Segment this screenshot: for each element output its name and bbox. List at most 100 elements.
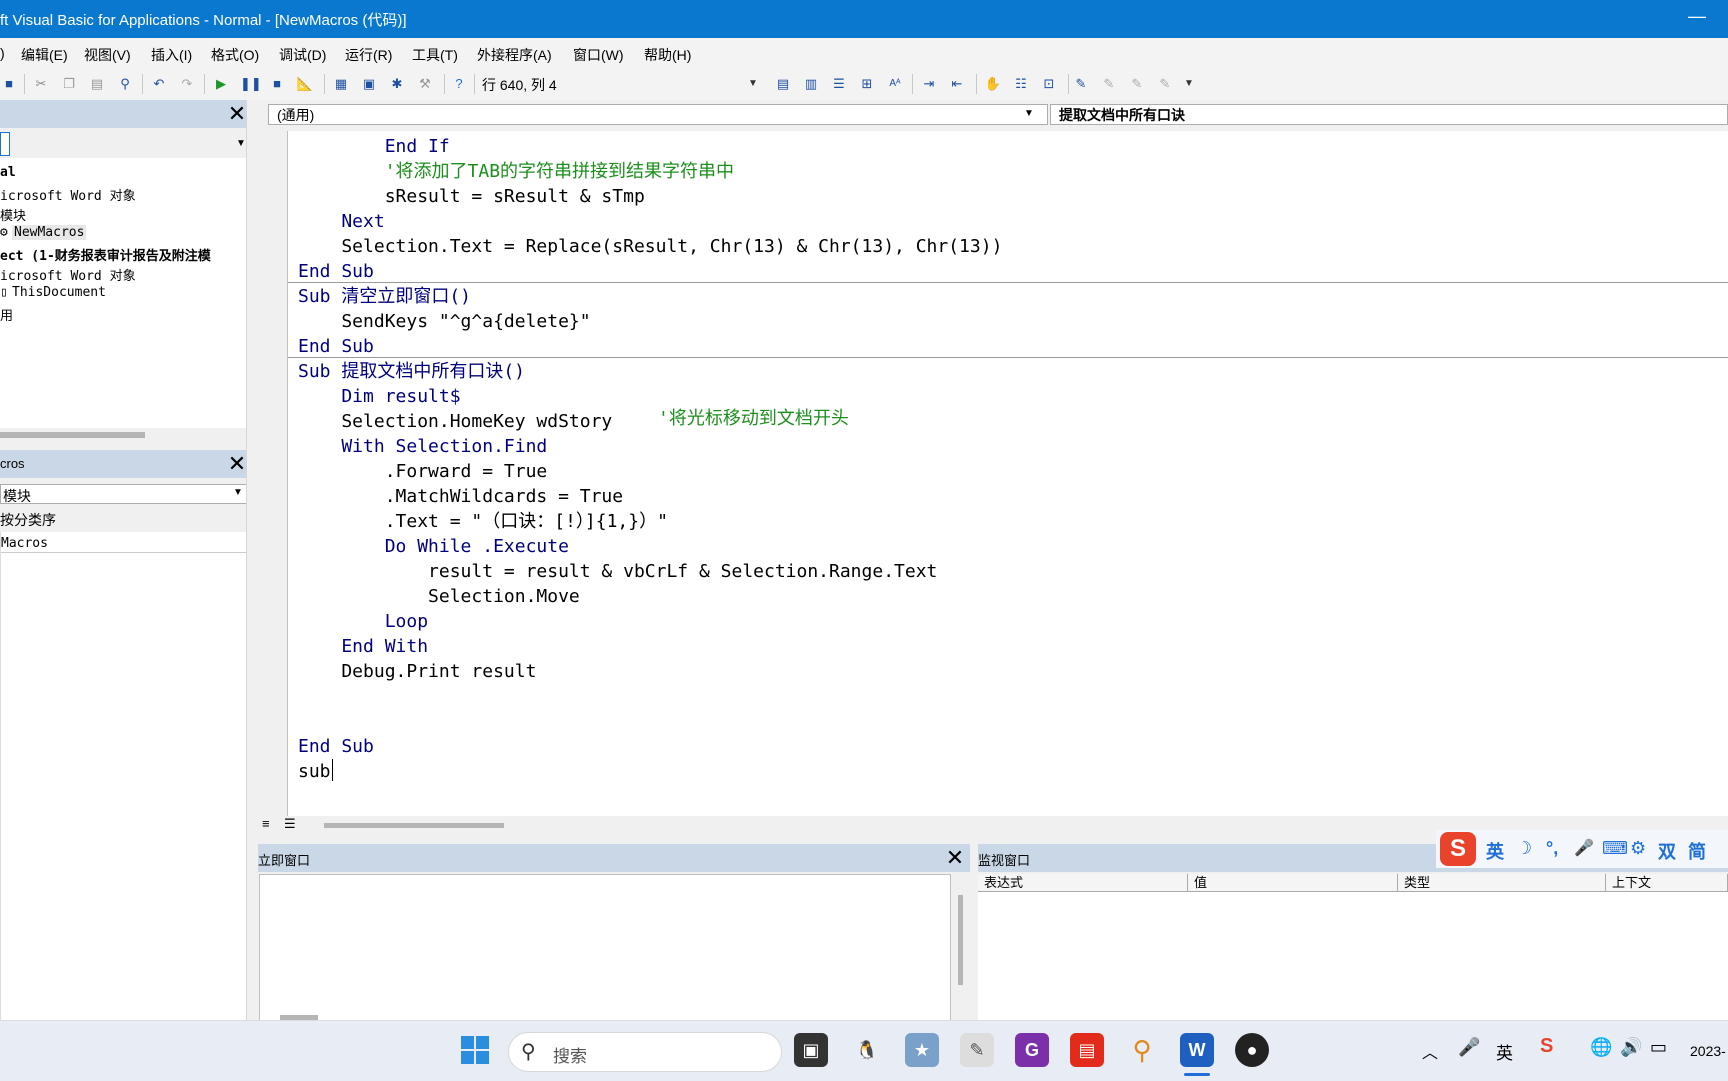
taskbar-search[interactable]: ⚲ 搜索 <box>508 1032 782 1072</box>
app-icon[interactable]: ★ <box>905 1033 939 1067</box>
settings-icon[interactable]: ⚙ <box>1630 838 1646 859</box>
menu-item-tools[interactable]: 工具(T) <box>412 45 458 65</box>
object-browser-icon[interactable]: ✱ <box>388 75 406 93</box>
help-icon[interactable]: ? <box>450 75 468 93</box>
previous-bookmark-icon[interactable]: ✎ <box>1128 75 1146 93</box>
run-icon[interactable]: ▶ <box>212 75 230 93</box>
tree-node-word-objects[interactable]: icrosoft Word 对象 <box>0 185 136 204</box>
undo-icon[interactable]: ↶ <box>150 75 168 93</box>
immediate-window[interactable] <box>259 874 963 1022</box>
object-combo[interactable]: (通用) <box>268 104 1048 125</box>
watch-column-type[interactable]: 类型 <box>1398 874 1606 892</box>
windows-start-icon[interactable] <box>460 1035 490 1065</box>
menu-item-help[interactable]: 帮助(H) <box>644 45 691 65</box>
menu-item-edit[interactable]: 编辑(E) <box>21 45 68 65</box>
tree-node-project[interactable]: ect (1-财务报表审计报告及附注模 <box>0 245 211 264</box>
property-row-name[interactable]: Macros <box>1 536 247 553</box>
sogou-tray-icon[interactable]: S <box>1540 1035 1553 1058</box>
indent-icon[interactable]: ▤ <box>774 75 792 93</box>
code-line[interactable]: Dim result$ <box>298 384 460 409</box>
toolbar-overflow-icon[interactable]: ▼ <box>1180 75 1198 93</box>
code-line[interactable]: Next <box>298 209 384 234</box>
notepad-icon[interactable]: ✎ <box>960 1033 994 1067</box>
vertical-scrollbar-thumb[interactable] <box>958 895 963 985</box>
view-code-button[interactable] <box>0 132 10 156</box>
redo-icon[interactable]: ↷ <box>178 75 196 93</box>
sogou-logo-icon[interactable]: S <box>1440 832 1476 866</box>
toggle-breakpoint-icon[interactable]: ✋ <box>984 75 1002 93</box>
code-line[interactable]: result = result & vbCrLf & Selection.Ran… <box>298 559 937 584</box>
moon-icon[interactable]: ☽ <box>1516 838 1532 859</box>
code-line[interactable]: Loop <box>298 609 428 634</box>
code-line[interactable]: sResult = sResult & sTmp <box>298 184 645 209</box>
parameter-info-icon[interactable]: ⊡ <box>1040 75 1058 93</box>
microphone-icon[interactable]: 🎤 <box>1574 838 1594 858</box>
tree-node-normal[interactable]: al <box>0 165 16 180</box>
chevron-up-icon[interactable]: ︿ <box>1422 1039 1438 1063</box>
ime-double-pinyin[interactable]: 双 <box>1658 838 1676 864</box>
code-line[interactable]: Sub 清空立即窗口() <box>298 284 471 309</box>
pane-splitter[interactable] <box>246 100 259 1020</box>
complete-word-icon[interactable]: ☷ <box>1012 75 1030 93</box>
tree-node-references[interactable]: 用 <box>0 305 13 324</box>
code-line[interactable]: End Sub <box>298 334 374 359</box>
code-line[interactable]: sub <box>298 759 331 784</box>
obs-icon[interactable]: ● <box>1235 1033 1269 1067</box>
next-bookmark-icon[interactable]: ✎ <box>1100 75 1118 93</box>
design-mode-icon[interactable]: 📐 <box>296 75 314 93</box>
chevron-down-icon[interactable]: ▼ <box>233 487 243 498</box>
procedure-combo[interactable]: 提取文档中所有口诀 <box>1050 104 1728 125</box>
code-line[interactable]: End With <box>298 634 428 659</box>
keyboard-icon[interactable]: ⌨ <box>1602 838 1628 859</box>
code-line[interactable]: Selection.HomeKey wdStory <box>298 409 623 434</box>
code-line[interactable]: Sub 提取文档中所有口诀() <box>298 359 525 384</box>
code-line[interactable]: .Text = "（口诀：[!）]{1,}）" <box>298 509 668 534</box>
toggle-bookmark-icon[interactable]: ✎ <box>1072 75 1090 93</box>
toolbar-overflow-icon[interactable]: ▼ <box>744 75 762 93</box>
outdent-icon[interactable]: ▥ <box>802 75 820 93</box>
find-icon[interactable]: ⚲ <box>116 75 134 93</box>
watch-column-expression[interactable]: 表达式 <box>978 874 1188 892</box>
code-line[interactable]: '将添加了TAB的字符串拼接到结果字符串中 <box>298 159 734 184</box>
procedure-view-icon[interactable]: ≡ <box>262 816 270 831</box>
tree-node-newmacros[interactable]: NewMacros <box>12 225 87 240</box>
chevron-down-icon[interactable]: ▼ <box>236 138 246 149</box>
menu-item-format[interactable]: 格式(O) <box>211 45 259 65</box>
menu-item-window[interactable]: 窗口(W) <box>573 45 624 65</box>
code-line[interactable]: SendKeys "^g^a{delete}" <box>298 309 590 334</box>
menu-item-run[interactable]: 运行(R) <box>345 45 392 65</box>
save-icon[interactable]: ■ <box>0 75 18 93</box>
quick-info-icon[interactable]: Aᴬ <box>886 75 904 93</box>
watch-column-context[interactable]: 上下文 <box>1606 874 1728 892</box>
copy-icon[interactable]: ❐ <box>60 75 78 93</box>
word-icon[interactable]: W <box>1180 1033 1214 1067</box>
menu-item-debug[interactable]: 调试(D) <box>279 45 326 65</box>
close-icon[interactable]: ✕ <box>226 453 248 475</box>
close-icon[interactable]: ✕ <box>226 103 248 125</box>
project-explorer-icon[interactable]: ▦ <box>332 75 350 93</box>
code-line[interactable]: .MatchWildcards = True <box>298 484 623 509</box>
ime-simplified[interactable]: 简 <box>1688 838 1706 864</box>
list-properties-icon[interactable]: ☰ <box>830 75 848 93</box>
comment-block-icon[interactable]: ⇥ <box>920 75 938 93</box>
clear-bookmarks-icon[interactable]: ✎ <box>1156 75 1174 93</box>
properties-window-icon[interactable]: ▣ <box>360 75 378 93</box>
volume-icon[interactable]: 🔊 <box>1620 1037 1642 1058</box>
properties-tab-categorized[interactable]: 按分类序 <box>0 510 56 530</box>
cut-icon[interactable]: ✂ <box>32 75 50 93</box>
pdf-icon[interactable]: G <box>1015 1033 1049 1067</box>
punctuation-icon[interactable]: °, <box>1546 838 1558 859</box>
toolbox-icon[interactable]: ⚒ <box>416 75 434 93</box>
break-icon[interactable]: ❚❚ <box>240 75 262 93</box>
watch-column-value[interactable]: 值 <box>1188 874 1398 892</box>
microphone-icon[interactable]: 🎤 <box>1458 1037 1480 1058</box>
tree-node-thisdocument[interactable]: ThisDocument <box>12 285 106 300</box>
menu-item-addins[interactable]: 外接程序(A) <box>477 45 552 65</box>
properties-object-combo[interactable]: 模块 ▼ <box>0 484 248 504</box>
minimize-button[interactable]: — <box>1688 6 1706 27</box>
tree-node-modules[interactable]: 模块 <box>0 205 26 224</box>
tree-node-word-objects-2[interactable]: icrosoft Word 对象 <box>0 265 136 284</box>
code-line[interactable]: .Forward = True <box>298 459 548 484</box>
code-line[interactable]: With Selection.Find <box>298 434 547 459</box>
menu-item-insert[interactable]: 插入(I) <box>151 45 192 65</box>
